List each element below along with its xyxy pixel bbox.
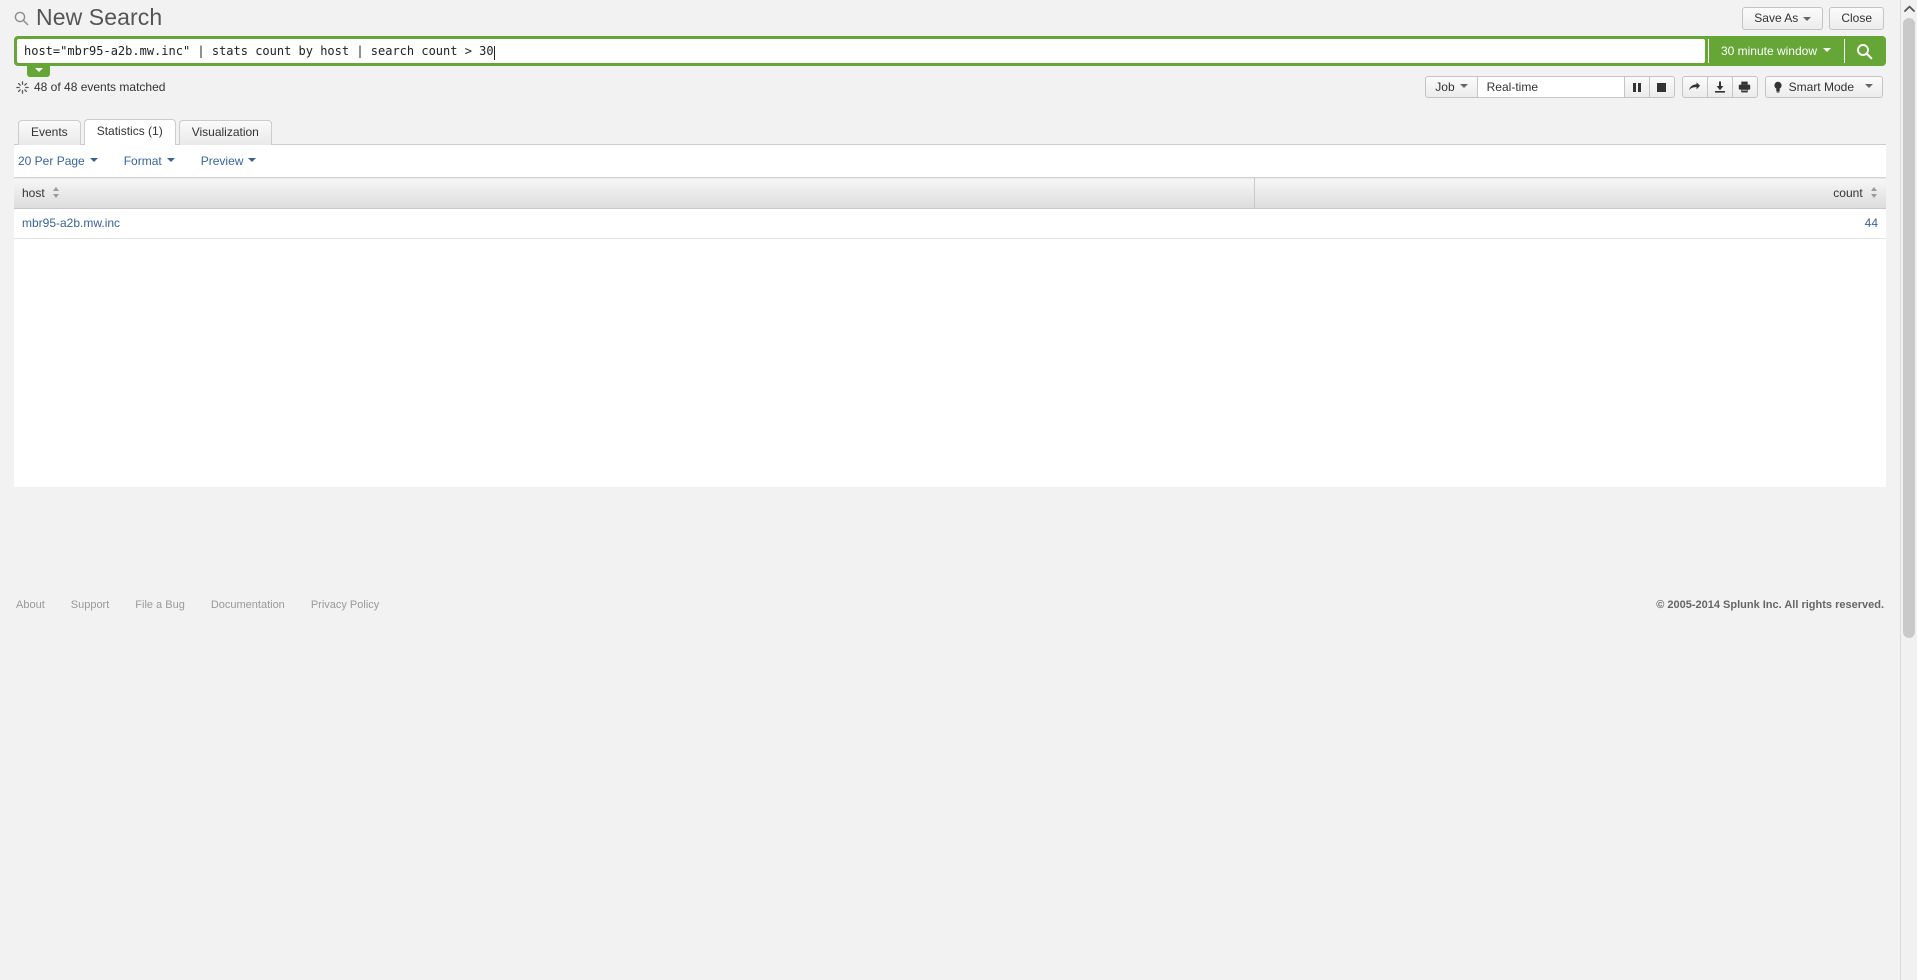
host-value-link[interactable]: mbr95-a2b.mw.inc — [22, 216, 120, 230]
time-range-picker[interactable]: 30 minute window — [1707, 39, 1844, 63]
column-header-count-label: count — [1833, 185, 1863, 200]
page-scrollbar[interactable] — [1900, 0, 1917, 980]
job-controls: Job Real-time Smart Mode — [1425, 76, 1883, 98]
loading-spinner-icon — [16, 80, 29, 94]
page-title-group: New Search — [14, 4, 162, 30]
search-icon — [14, 11, 29, 26]
lightbulb-icon — [1774, 81, 1782, 92]
job-mode-readout: Real-time — [1477, 77, 1625, 97]
search-mode-group: Smart Mode — [1764, 76, 1883, 98]
run-search-button[interactable] — [1844, 39, 1883, 63]
stop-button[interactable] — [1650, 77, 1674, 97]
events-matched-group: 48 of 48 events matched — [16, 80, 165, 94]
export-button[interactable] — [1708, 77, 1733, 97]
time-range-label: 30 minute window — [1720, 44, 1817, 58]
chevron-down-icon — [166, 158, 175, 162]
stop-icon — [1657, 82, 1667, 92]
results-tabs: Events Statistics (1) Visualization — [14, 116, 1886, 145]
job-group: Job Real-time — [1425, 76, 1675, 98]
share-export-group — [1681, 76, 1758, 98]
scroll-up-button[interactable] — [1901, 0, 1917, 17]
preview-dropdown[interactable]: Preview — [201, 154, 257, 168]
format-label: Format — [123, 154, 162, 168]
table-header: host count — [14, 177, 1886, 209]
search-query-text: host="mbr95-a2b.mw.inc" | stats count by… — [24, 44, 494, 58]
job-status-row: 48 of 48 events matched Job Real-time Sm… — [14, 76, 1886, 106]
scrollbar-thumb[interactable] — [1903, 18, 1915, 638]
column-header-host[interactable]: host — [14, 177, 1255, 209]
share-button[interactable] — [1683, 77, 1708, 97]
preview-label: Preview — [200, 154, 244, 168]
cell-count: 44 — [1254, 208, 1886, 239]
tab-events[interactable]: Events — [18, 120, 81, 145]
app-page: New Search Save As Close host="mbr95-a2b… — [0, 0, 1900, 980]
search-bar-row: host="mbr95-a2b.mw.inc" | stats count by… — [14, 36, 1886, 77]
copyright-text: © 2005-2014 Splunk Inc. All rights reser… — [1656, 599, 1884, 611]
footer-link-documentation[interactable]: Documentation — [211, 599, 285, 611]
chevron-down-icon — [248, 158, 257, 162]
tab-visualization[interactable]: Visualization — [178, 120, 272, 145]
footer-links: About Support File a Bug Documentation P… — [16, 599, 379, 611]
pause-icon — [1632, 82, 1641, 92]
print-button[interactable] — [1733, 77, 1757, 97]
save-as-button[interactable]: Save As — [1742, 7, 1824, 30]
tab-statistics[interactable]: Statistics (1) — [83, 119, 176, 145]
count-value-link[interactable]: 44 — [1865, 216, 1878, 230]
download-icon — [1714, 81, 1725, 93]
magnifier-icon — [1856, 43, 1872, 59]
table-body: mbr95-a2b.mw.inc 44 — [14, 208, 1886, 239]
cell-host: mbr95-a2b.mw.inc — [14, 208, 1255, 239]
statistics-table: host count mbr95-a2b.mw.inc 44 — [14, 177, 1886, 239]
page-footer: About Support File a Bug Documentation P… — [0, 592, 1900, 618]
format-dropdown[interactable]: Format — [124, 154, 175, 168]
smart-mode-label: Smart Mode — [1788, 80, 1854, 94]
events-matched-text: 48 of 48 events matched — [34, 80, 166, 94]
per-page-dropdown[interactable]: 20 Per Page — [18, 154, 98, 168]
print-icon — [1738, 81, 1751, 93]
results-toolbar: 20 Per Page Format Preview — [14, 145, 1886, 177]
footer-link-about[interactable]: About — [16, 599, 45, 611]
table-header-row: host count — [14, 177, 1886, 209]
table-row: mbr95-a2b.mw.inc 44 — [14, 208, 1886, 239]
chevron-up-icon — [1903, 5, 1915, 12]
save-as-label: Save As — [1754, 11, 1799, 25]
sort-arrows-icon — [53, 186, 60, 198]
chevron-down-icon — [89, 158, 98, 162]
chevron-down-icon — [1823, 48, 1831, 52]
search-bar: host="mbr95-a2b.mw.inc" | stats count by… — [14, 36, 1886, 66]
chevron-down-icon — [1865, 84, 1873, 88]
footer-link-file-a-bug[interactable]: File a Bug — [135, 599, 185, 611]
results-area: host count mbr95-a2b.mw.inc 44 — [14, 177, 1886, 487]
pause-button[interactable] — [1625, 77, 1650, 97]
chevron-down-icon — [34, 68, 43, 72]
job-menu-button[interactable]: Job — [1426, 77, 1478, 97]
smart-mode-button[interactable]: Smart Mode — [1766, 77, 1882, 97]
footer-link-support[interactable]: Support — [71, 599, 110, 611]
column-header-host-label: host — [22, 185, 45, 200]
page-title: New Search — [36, 4, 163, 30]
header-actions: Save As Close — [1742, 7, 1884, 30]
text-cursor — [493, 46, 495, 60]
chevron-down-icon — [1803, 17, 1812, 21]
per-page-label: 20 Per Page — [18, 154, 85, 168]
sort-arrows-icon — [1871, 186, 1878, 198]
search-input[interactable]: host="mbr95-a2b.mw.inc" | stats count by… — [17, 39, 1705, 63]
job-menu-label: Job — [1435, 80, 1455, 94]
footer-link-privacy-policy[interactable]: Privacy Policy — [311, 599, 379, 611]
chevron-down-icon — [1459, 84, 1468, 88]
column-header-count[interactable]: count — [1254, 177, 1886, 209]
share-arrow-icon — [1689, 82, 1701, 91]
close-button[interactable]: Close — [1829, 7, 1884, 30]
app-header: New Search Save As Close — [0, 0, 1900, 36]
